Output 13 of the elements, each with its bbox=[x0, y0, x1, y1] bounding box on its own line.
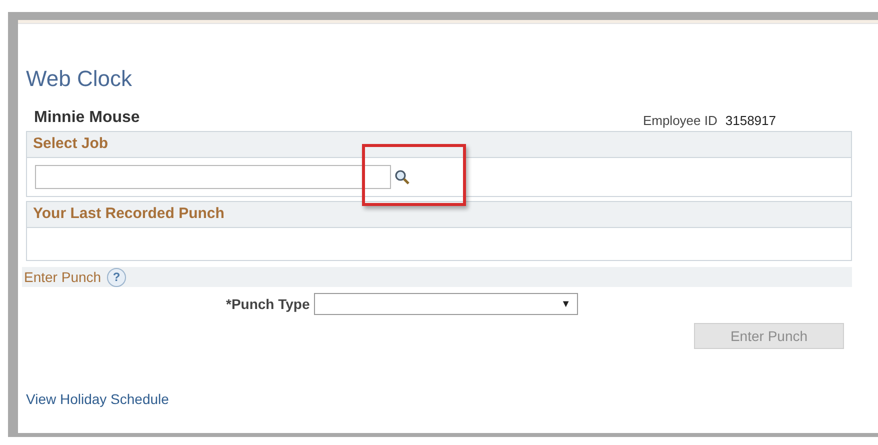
holiday-schedule-link[interactable]: View Holiday Schedule bbox=[26, 389, 169, 410]
job-input-field[interactable] bbox=[35, 165, 391, 189]
page-title: Web Clock bbox=[26, 68, 132, 90]
employee-id-label: Employee ID bbox=[642, 112, 718, 130]
section-title: Your Last Recorded Punch bbox=[33, 204, 224, 224]
search-icon[interactable] bbox=[394, 169, 410, 185]
help-button[interactable]: ? bbox=[107, 268, 126, 286]
punch-type-dropdown[interactable]: ▼ bbox=[314, 293, 578, 315]
section-title: Enter Punch bbox=[24, 268, 102, 286]
section-title: Select Job bbox=[33, 134, 108, 154]
punch-type-label: *Punch Type bbox=[226, 294, 310, 314]
employee-id-value: 3158917 bbox=[725, 112, 776, 130]
employee-name: Minnie Mouse bbox=[34, 108, 140, 128]
